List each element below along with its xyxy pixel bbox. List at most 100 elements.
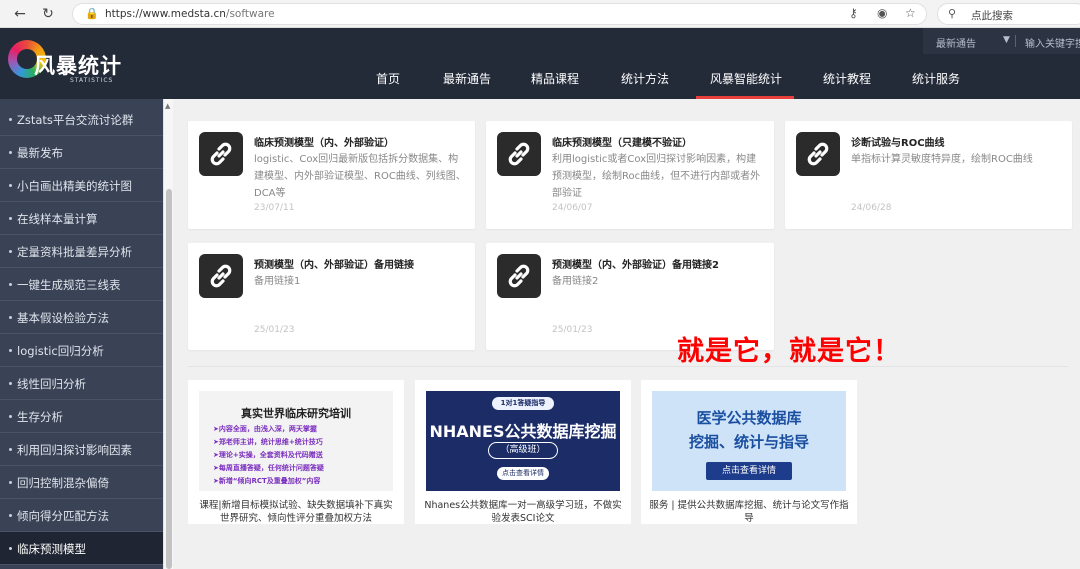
- sidebar-item-charts[interactable]: 小白画出精美的统计图: [0, 169, 163, 202]
- card-title: 预测模型（内、外部验证）备用链接: [254, 260, 414, 271]
- banner-bullet: ➤新增“倾向RCT及重叠加权”内容: [213, 477, 321, 485]
- logo-text: 风暴统计: [34, 54, 122, 78]
- topbar-notice-link[interactable]: 最新通告: [936, 35, 976, 50]
- bullet-icon: [9, 547, 12, 550]
- card-date: 25/01/23: [254, 325, 295, 335]
- bullet-icon: [9, 448, 12, 451]
- scroll-up-icon[interactable]: ▲: [165, 102, 170, 110]
- back-icon[interactable]: ←: [10, 4, 30, 24]
- sidebar-item-logistic[interactable]: logistic回归分析: [0, 334, 163, 367]
- card-title: 诊断试验与ROC曲线: [851, 138, 945, 149]
- software-card[interactable]: 预测模型（内、外部验证）备用链接 备用链接1 25/01/23: [188, 243, 475, 350]
- sidebar-item-label: 利用回归探讨影响因素: [17, 443, 132, 457]
- banner-bullet: ➤内容全面，由浅入深，两天掌握: [213, 425, 317, 433]
- sidebar-item-clinical-prediction[interactable]: 临床预测模型: [0, 532, 163, 565]
- sidebar-item-label: 线性回归分析: [17, 377, 86, 391]
- banner-image[interactable]: 真实世界临床研究培训 ➤内容全面，由浅入深，两天掌握 ➤郑老师主讲，统计思维+统…: [199, 391, 393, 491]
- sidebar-item-sample-size[interactable]: 在线样本量计算: [0, 202, 163, 235]
- screen: ← ↻ 🔒 https://www.medsta.cn/software ⚷ ◉…: [0, 0, 1080, 569]
- card-title: 临床预测模型（内、外部验证）: [254, 138, 394, 149]
- site-search-input[interactable]: 输入关键字搜: [1025, 35, 1080, 50]
- banner-bullet: ➤每周直播答疑，任何统计问题答疑: [213, 464, 324, 472]
- url-text: https://www.medsta.cn/software: [105, 8, 275, 20]
- sidebar-item-label: 小白画出精美的统计图: [17, 179, 132, 193]
- bullet-icon: [9, 151, 12, 154]
- banner-caption[interactable]: 服务 | 提供公共数据库挖掘、统计与论文写作指导: [649, 499, 849, 525]
- banner-level: （高级班）: [488, 442, 558, 459]
- banner-title: 医学公共数据库: [696, 409, 802, 427]
- bullet-icon: [9, 514, 12, 517]
- sidebar-item-label: 生存分析: [17, 410, 63, 424]
- banner-caption[interactable]: Nhanes公共数据库一对一高级学习班，不做实验发表SCI论文: [423, 499, 623, 525]
- sidebar-item-survival[interactable]: 生存分析: [0, 400, 163, 433]
- card-date: 24/06/28: [851, 203, 892, 213]
- banner-title: NHANES公共数据库挖掘: [429, 422, 617, 441]
- sidebar-item-latest[interactable]: 最新发布: [0, 136, 163, 169]
- software-card[interactable]: 临床预测模型（内、外部验证） logistic、Cox回归最新版包括拆分数据集、…: [188, 121, 475, 229]
- bullet-icon: [9, 349, 12, 352]
- bullet-icon: [9, 250, 12, 253]
- bullet-icon: [9, 283, 12, 286]
- card-date: 24/06/07: [552, 203, 593, 213]
- software-card[interactable]: 临床预测模型（只建模不验证） 利用logistic或者Cox回归探讨影响因素，构…: [486, 121, 774, 229]
- reader-icon[interactable]: ◉: [877, 6, 887, 20]
- scroll-thumb[interactable]: [166, 189, 172, 569]
- sidebar-item-hypothesis-tests[interactable]: 基本假设检验方法: [0, 301, 163, 334]
- banner-subtitle: 挖掘、统计与指导: [688, 433, 809, 451]
- nav-smart-stats[interactable]: 风暴智能统计: [710, 70, 782, 87]
- link-icon: [199, 254, 243, 298]
- nav-courses[interactable]: 精品课程: [531, 70, 579, 87]
- sidebar-item-batch-diff[interactable]: 定量资料批量差异分析: [0, 235, 163, 268]
- card-description: 备用链接1: [254, 276, 301, 287]
- site-header: 风暴统计 STATISTICS 最新通告 ▼ 输入关键字搜 首页 最新通告 精品…: [0, 28, 1080, 99]
- bullet-icon: [9, 217, 12, 220]
- banner-card-realworld[interactable]: 真实世界临床研究培训 ➤内容全面，由浅入深，两天掌握 ➤郑老师主讲，统计思维+统…: [188, 380, 404, 524]
- banner-cta-button[interactable]: 点击查看详情: [497, 467, 549, 480]
- banner-image[interactable]: 医学公共数据库 挖掘、统计与指导 点击查看详情: [652, 391, 846, 491]
- banner-title: 真实世界临床研究培训: [241, 407, 351, 420]
- bullet-icon: [9, 415, 12, 418]
- chevron-down-icon[interactable]: ▼: [1003, 35, 1010, 45]
- card-description: 利用logistic或者Cox回归探讨影响因素，构建预测模型，绘制Roc曲线，但…: [552, 154, 761, 199]
- nav-tutorials[interactable]: 统计教程: [823, 70, 871, 87]
- card-description: logistic、Cox回归最新版包括拆分数据集、构建模型、内外部验证模型、RO…: [254, 154, 466, 199]
- nav-methods[interactable]: 统计方法: [621, 70, 669, 87]
- nav-notice[interactable]: 最新通告: [443, 70, 491, 87]
- banner-image[interactable]: 1对1答疑指导 NHANES公共数据库挖掘 （高级班） 点击查看详情: [426, 391, 620, 491]
- address-bar[interactable]: 🔒 https://www.medsta.cn/software ⚷ ◉ ☆: [72, 3, 927, 25]
- sidebar-item-label: 定量资料批量差异分析: [17, 245, 132, 259]
- link-icon: [796, 132, 840, 176]
- browser-search-box[interactable]: ⚲ 点此搜索: [937, 3, 1080, 25]
- browser-search-placeholder: 点此搜索: [971, 10, 1013, 22]
- sidebar-item-confounding[interactable]: 回归控制混杂偏倚: [0, 466, 163, 499]
- site-logo[interactable]: 风暴统计 STATISTICS: [8, 36, 138, 92]
- sidebar-item-label: 在线样本量计算: [17, 212, 98, 226]
- sidebar-item-linear[interactable]: 线性回归分析: [0, 367, 163, 400]
- software-card[interactable]: 诊断试验与ROC曲线 单指标计算灵敏度特异度，绘制ROC曲线 24/06/28: [785, 121, 1072, 229]
- sidebar-scrollbar[interactable]: ▲: [163, 99, 173, 569]
- annotation-text: 就是它，就是它！: [677, 336, 901, 367]
- sidebar-item-label: 临床预测模型: [17, 542, 86, 556]
- browser-toolbar: ← ↻ 🔒 https://www.medsta.cn/software ⚷ ◉…: [0, 0, 1080, 28]
- topbar-separator: [1015, 35, 1016, 47]
- banner-card-nhanes[interactable]: 1对1答疑指导 NHANES公共数据库挖掘 （高级班） 点击查看详情 Nhane…: [415, 380, 631, 524]
- banner-card-database[interactable]: 医学公共数据库 挖掘、统计与指导 点击查看详情 服务 | 提供公共数据库挖掘、统…: [641, 380, 857, 524]
- sidebar-item-label: 倾向得分匹配方法: [17, 509, 109, 523]
- card-description: 单指标计算灵敏度特异度，绘制ROC曲线: [851, 154, 1033, 165]
- link-icon: [199, 132, 243, 176]
- sidebar-item-three-line-table[interactable]: 一键生成规范三线表: [0, 268, 163, 301]
- sidebar-item-propensity[interactable]: 倾向得分匹配方法: [0, 499, 163, 532]
- favorite-star-icon[interactable]: ☆: [905, 6, 916, 20]
- nav-services[interactable]: 统计服务: [912, 70, 960, 87]
- sidebar-item-discussion-group[interactable]: Zstats平台交流讨论群: [0, 103, 163, 136]
- refresh-icon[interactable]: ↻: [38, 4, 58, 24]
- key-icon[interactable]: ⚷: [849, 6, 858, 20]
- section-divider: [188, 366, 1068, 367]
- nav-home[interactable]: 首页: [376, 70, 400, 87]
- sidebar-item-influencing-factors[interactable]: 利用回归探讨影响因素: [0, 433, 163, 466]
- banner-caption[interactable]: 课程|新增目标模拟试验、缺失数据填补下真实世界研究、倾向性评分重叠加权方法: [196, 499, 396, 525]
- lock-icon: 🔒: [85, 7, 99, 20]
- banner-cta-button[interactable]: 点击查看详情: [706, 462, 792, 480]
- card-description: 备用链接2: [552, 276, 599, 287]
- sidebar-item-label: logistic回归分析: [17, 344, 104, 358]
